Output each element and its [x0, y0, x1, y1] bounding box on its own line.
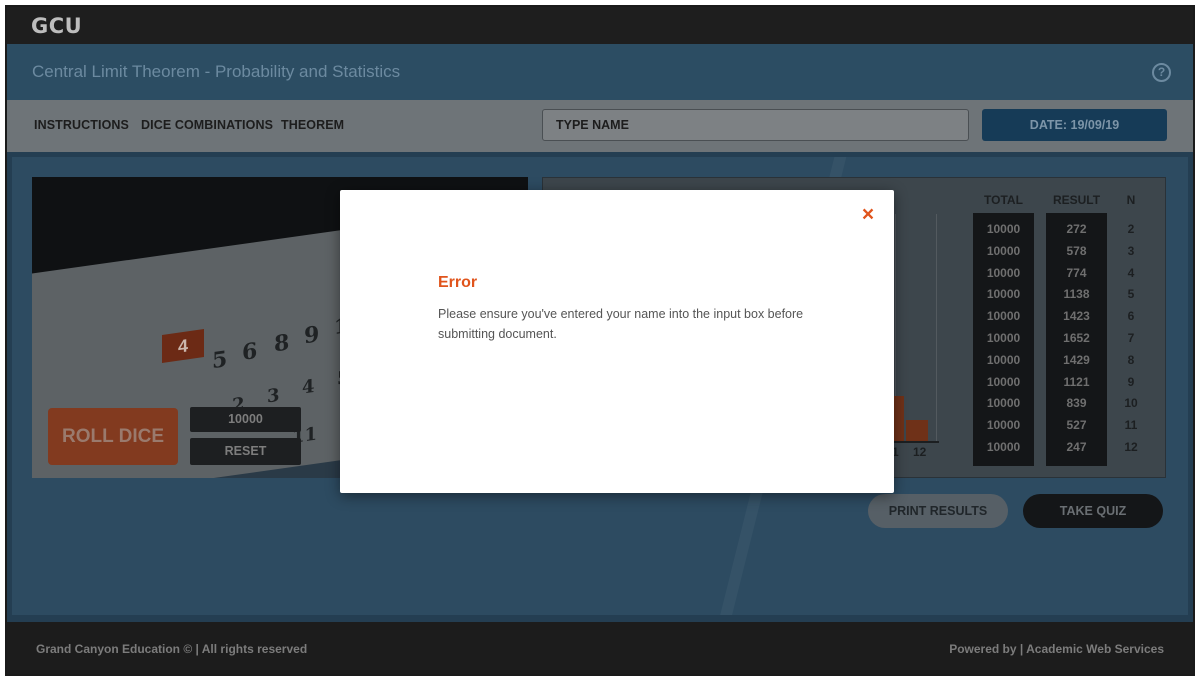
result-cell: 247: [1066, 439, 1087, 454]
footer: Grand Canyon Education © | All rights re…: [7, 622, 1193, 674]
take-quiz-button[interactable]: TAKE QUIZ: [1023, 494, 1163, 528]
total-cell: 10000: [986, 222, 1021, 236]
result-cell: 578: [1066, 243, 1087, 258]
n-cell: 10: [1124, 396, 1138, 411]
close-icon[interactable]: ×: [858, 204, 878, 225]
top-bar: GCU: [7, 7, 1193, 44]
total-cell: 10000: [986, 439, 1021, 454]
histogram-plot: [882, 214, 937, 441]
n-cell: 6: [1127, 309, 1135, 324]
nav-instructions[interactable]: INSTRUCTIONS: [34, 118, 129, 132]
total-cell: 10000: [986, 396, 1021, 411]
n-cell: 9: [1127, 374, 1135, 389]
total-cell: 10000: [986, 374, 1021, 389]
reset-button[interactable]: RESET: [190, 438, 301, 465]
result-cell: 774: [1066, 265, 1087, 280]
board-number: 3: [267, 384, 280, 408]
n-cell: 3: [1127, 243, 1135, 258]
board-number: 9: [304, 321, 320, 350]
gcu-logo: GCU: [31, 14, 83, 38]
n-cell: 8: [1127, 352, 1135, 367]
result-cell: 527: [1066, 418, 1087, 433]
board-number: 6: [242, 337, 258, 367]
total-column: 10000 10000 10000 10000 10000 10000 10000 10000…: [973, 213, 1034, 466]
result-column: 272 578 774 1138 1423 1652 1429 1121 839 527 247: [1046, 213, 1107, 466]
n-cell: 12: [1124, 439, 1138, 454]
total-cell: 10000: [986, 352, 1021, 367]
result-cell: 1121: [1063, 374, 1090, 389]
histogram-bar-12: [906, 420, 928, 441]
n-cell: 2: [1127, 222, 1135, 236]
total-cell: 10000: [986, 287, 1021, 302]
date-button[interactable]: DATE: 19/09/19: [982, 109, 1167, 141]
n-cell: 7: [1127, 330, 1135, 345]
roll-count-field[interactable]: 10000: [190, 407, 301, 432]
nav-dice-combinations[interactable]: DICE COMBINATIONS: [141, 118, 273, 132]
result-cell: 1423: [1063, 309, 1090, 324]
n-column: 2 3 4 5 6 7 8 9 10 11 12: [1116, 222, 1146, 462]
nav-theorem[interactable]: THEOREM: [281, 118, 344, 132]
error-message: Please ensure you've entered your name i…: [438, 307, 804, 341]
n-cell: 4: [1127, 265, 1135, 280]
name-input[interactable]: [542, 109, 969, 141]
total-cell: 10000: [986, 418, 1021, 433]
total-cell: 10000: [986, 243, 1021, 258]
n-cell: 11: [1124, 418, 1138, 433]
page-title: Central Limit Theorem - Probability and …: [32, 62, 401, 81]
print-results-button[interactable]: PRINT RESULTS: [868, 494, 1008, 528]
hardways-tile: 4: [162, 329, 204, 363]
total-cell: 10000: [986, 265, 1021, 280]
total-cell: 10000: [986, 330, 1021, 345]
error-title: Error: [438, 274, 478, 291]
n-column-header: N: [1126, 193, 1136, 207]
board-number: 5: [212, 346, 228, 375]
copyright-text: Grand Canyon Education © | All rights re…: [36, 642, 308, 656]
x-tick-label: 12: [913, 445, 927, 459]
result-cell: 1138: [1063, 287, 1090, 302]
result-cell: 839: [1066, 396, 1087, 411]
title-bar: Central Limit Theorem - Probability and …: [7, 44, 1193, 100]
result-cell: 1652: [1063, 330, 1090, 345]
result-cell: 1429: [1063, 352, 1090, 367]
result-cell: 272: [1066, 222, 1087, 236]
powered-by-text: Powered by | Academic Web Services: [949, 642, 1164, 656]
total-cell: 10000: [986, 309, 1021, 324]
board-number: 4: [302, 375, 315, 399]
board-number: 8: [274, 329, 290, 358]
error-dialog: × Error Please ensure you've entered you…: [340, 190, 894, 493]
total-column-header: TOTAL: [984, 193, 1023, 207]
result-column-header: RESULT: [1052, 193, 1101, 207]
roll-dice-button[interactable]: ROLL DICE: [48, 408, 178, 465]
n-cell: 5: [1127, 287, 1135, 302]
help-icon[interactable]: ?: [1152, 63, 1171, 82]
nav-bar: INSTRUCTIONS DICE COMBINATIONS THEOREM D…: [7, 100, 1193, 152]
